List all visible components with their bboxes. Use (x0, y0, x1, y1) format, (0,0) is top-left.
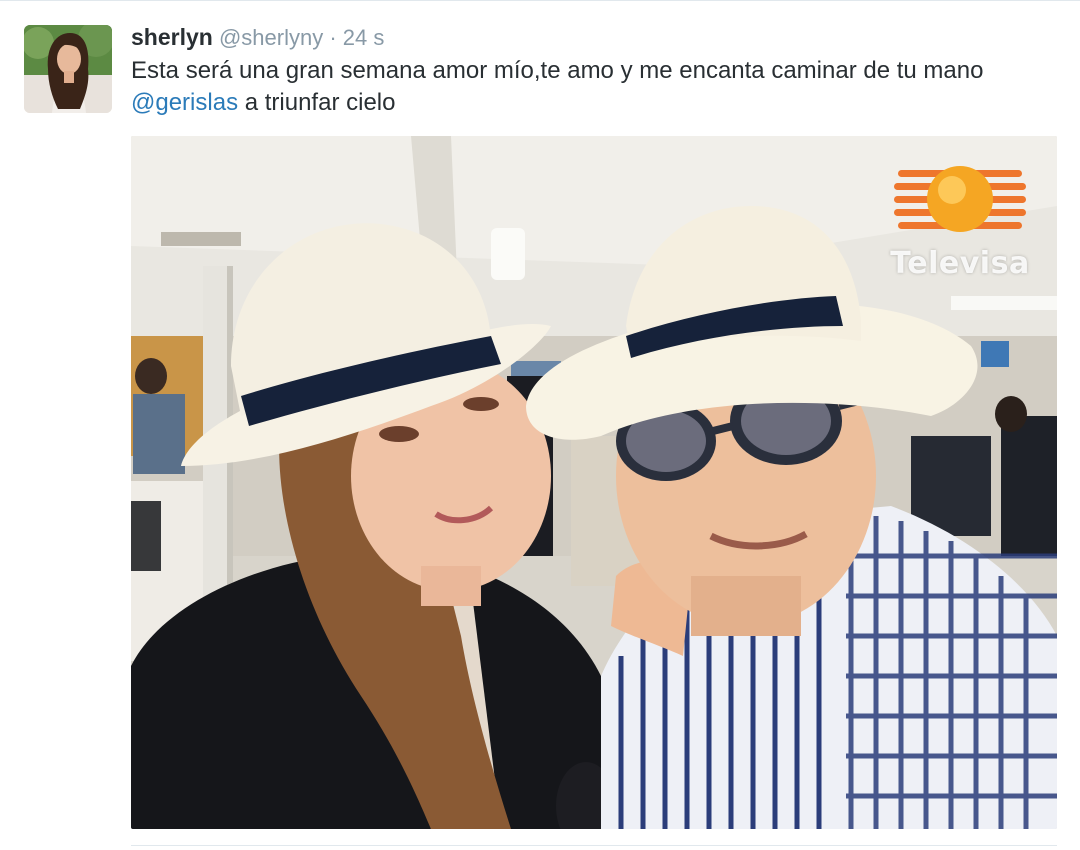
watermark-text: Televisa (890, 246, 1030, 281)
tweet-header: sherlyn @sherlyny · 24 s (131, 23, 384, 51)
avatar[interactable] (24, 25, 112, 113)
tweet-text-line1: Esta será una gran semana amor mío,te am… (131, 57, 984, 84)
tweet-card[interactable]: sherlyn @sherlyny · 24 s Esta será una g… (0, 0, 1080, 850)
display-name[interactable]: sherlyn (131, 24, 213, 50)
top-divider (0, 0, 1080, 1)
bottom-divider (131, 845, 1057, 846)
tweet-photo[interactable]: Televisa (131, 136, 1057, 829)
televisa-logo-icon (894, 166, 1026, 232)
televisa-watermark: Televisa (885, 156, 1035, 281)
timestamp[interactable]: 24 s (343, 25, 385, 50)
header-separator: · (329, 25, 337, 50)
mention-link[interactable]: @gerislas (131, 89, 238, 116)
tweet-text: Esta será una gran semana amor mío,te am… (131, 55, 1061, 119)
tweet-text-line2: a triunfar cielo (238, 89, 396, 116)
user-handle[interactable]: @sherlyny (219, 25, 323, 50)
